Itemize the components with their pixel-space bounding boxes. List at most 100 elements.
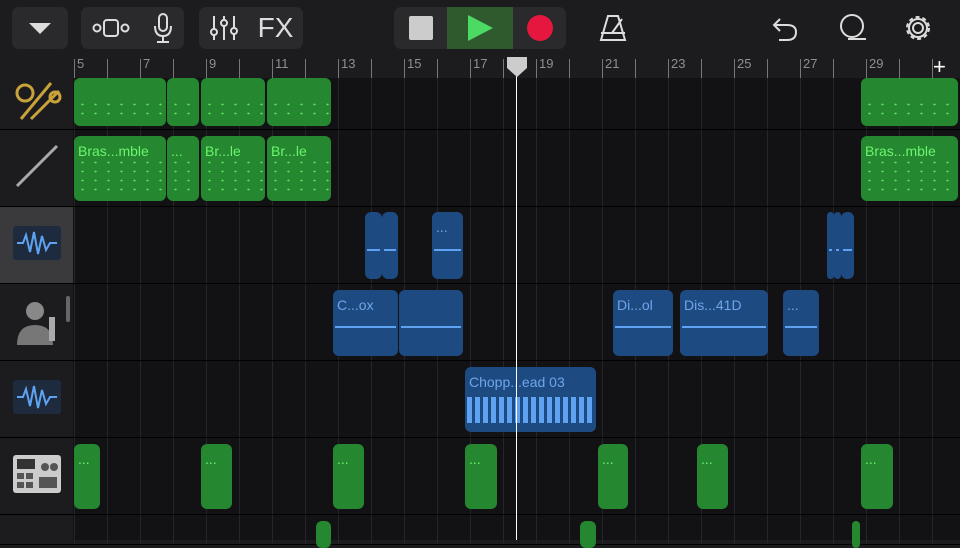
woodwind-track-header[interactable] [0, 130, 73, 207]
audio-region[interactable] [382, 212, 398, 279]
midi-region[interactable]: Br...le [267, 136, 331, 201]
grid-line [800, 438, 801, 514]
grid-line [899, 207, 900, 283]
grid-line [602, 130, 603, 206]
midi-region[interactable] [201, 78, 265, 126]
ruler-tick [536, 59, 537, 78]
undo-button[interactable] [769, 13, 799, 48]
grid-line [503, 284, 504, 360]
audio-region[interactable] [399, 290, 463, 356]
clarinet-icon [13, 142, 61, 195]
region-label: ... [78, 451, 90, 467]
mixer-button[interactable] [209, 14, 239, 42]
audio-region[interactable]: Dis...41D [680, 290, 768, 356]
grid-line [734, 130, 735, 206]
vocal-track-header[interactable] [0, 284, 73, 361]
waveform [367, 248, 380, 251]
midi-region[interactable] [74, 78, 166, 126]
stop-button[interactable] [394, 16, 447, 40]
grid-line [305, 361, 306, 437]
midi-region[interactable] [580, 521, 596, 548]
audio-region[interactable] [841, 212, 854, 279]
track-view-button[interactable] [91, 17, 131, 39]
midi-region[interactable]: ... [861, 444, 893, 509]
grid-line [470, 207, 471, 283]
region-label: Bras...mble [865, 143, 936, 159]
brass-track-header[interactable] [0, 78, 73, 130]
loop-browser-button[interactable] [836, 12, 868, 47]
ruler-tick [569, 59, 570, 78]
grid-line [371, 438, 372, 514]
audio-region[interactable]: ... [783, 290, 819, 356]
midi-region[interactable]: ... [333, 444, 364, 509]
region-label: Di...ol [617, 297, 653, 313]
ruler-tick [437, 59, 438, 78]
midi-region[interactable]: ... [201, 444, 232, 509]
audio-region[interactable] [834, 212, 841, 279]
grid-line [701, 207, 702, 283]
grid-line [404, 438, 405, 514]
loop-icon [840, 14, 866, 40]
mic-button[interactable] [152, 12, 174, 44]
settings-button[interactable] [902, 12, 934, 49]
add-section-button[interactable]: + [933, 54, 946, 80]
midi-notes [76, 158, 164, 195]
grid-line [800, 130, 801, 206]
audio-track-1-header[interactable] [0, 207, 73, 284]
midi-region[interactable] [167, 78, 199, 126]
midi-region[interactable]: Br...le [201, 136, 265, 201]
record-button[interactable] [513, 14, 566, 42]
midi-region[interactable] [852, 521, 860, 548]
audio-region[interactable]: Di...ol [613, 290, 673, 356]
midi-region[interactable] [316, 521, 331, 548]
midi-region[interactable]: ... [697, 444, 728, 509]
grid-line [635, 130, 636, 206]
tracks-menu-button[interactable] [12, 7, 68, 49]
grid-line [107, 207, 108, 283]
fx-button[interactable]: FX [258, 12, 294, 44]
play-button[interactable] [447, 7, 513, 49]
audio-region[interactable]: C...ox [333, 290, 398, 356]
grid-line [107, 438, 108, 514]
audio-region[interactable] [827, 212, 834, 279]
grid-line [437, 130, 438, 206]
ruler-tick [800, 59, 801, 78]
timeline-ruler[interactable]: 5 7 9 11 13 15 17 19 21 23 25 27 29 [0, 55, 960, 78]
grid-line [503, 438, 504, 514]
track-header[interactable] [0, 515, 73, 545]
audio-region[interactable]: Chopp...ead 03 [465, 367, 596, 432]
midi-region[interactable] [861, 78, 958, 126]
midi-region[interactable]: ... [465, 444, 497, 509]
grid-line [206, 284, 207, 360]
transport-group [394, 7, 566, 49]
midi-region[interactable] [267, 78, 331, 126]
waveform [384, 248, 396, 251]
midi-region[interactable]: Bras...mble [74, 136, 166, 201]
midi-region[interactable]: Bras...mble [861, 136, 958, 201]
grid-line [272, 284, 273, 360]
bar-number: 11 [275, 56, 289, 71]
track-headers [0, 78, 73, 545]
region-label: ... [701, 451, 713, 467]
metronome-button[interactable] [598, 13, 628, 48]
audio-region[interactable]: ... [432, 212, 463, 279]
bar-number: 5 [77, 56, 85, 71]
audio-region[interactable] [365, 212, 382, 279]
drum-machine-track-header[interactable] [0, 438, 73, 515]
grid-line [338, 78, 339, 129]
grid-line [899, 361, 900, 437]
ruler-tick [899, 59, 900, 78]
playhead[interactable] [516, 60, 517, 540]
grid-line [140, 438, 141, 514]
midi-region[interactable]: ... [74, 444, 100, 509]
audio-track-2-header[interactable] [0, 361, 73, 438]
grid-line [767, 130, 768, 206]
grid-line [569, 130, 570, 206]
region-label: ... [469, 451, 481, 467]
midi-region[interactable]: ... [167, 136, 199, 201]
metronome-icon [599, 15, 627, 41]
midi-region[interactable]: ... [598, 444, 628, 509]
scrollbar[interactable] [66, 296, 70, 322]
grid-line [536, 130, 537, 206]
grid-line [437, 438, 438, 514]
